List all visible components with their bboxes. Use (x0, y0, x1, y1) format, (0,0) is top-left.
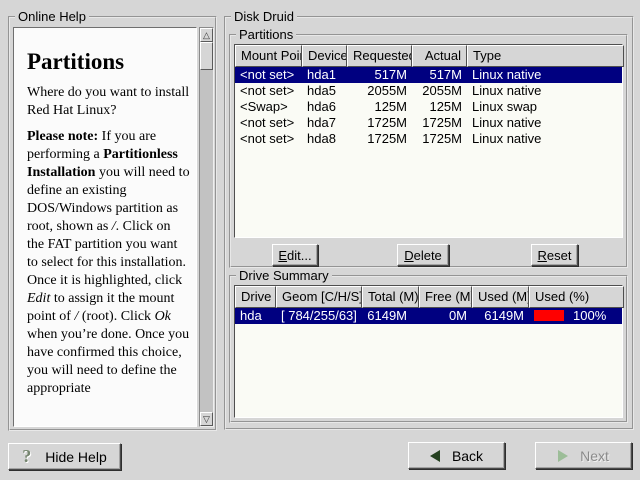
cell-actual: 1725M (412, 131, 467, 147)
cell-type: Linux native (467, 131, 624, 147)
used-percent-bar (534, 310, 564, 321)
cell-free: 0M (419, 308, 472, 324)
cell-type: Linux native (467, 83, 624, 99)
partition-row-hda7[interactable]: <not set> hda7 1725M 1725M Linux native (235, 115, 622, 131)
help-question-icon: ? (22, 446, 31, 467)
cell-type: Linux native (467, 115, 624, 131)
partition-row-hda6[interactable]: <Swap> hda6 125M 125M Linux swap (235, 99, 622, 115)
cell-device: hda6 (302, 99, 347, 115)
cell-actual: 2055M (412, 83, 467, 99)
cell-requested: 2055M (347, 83, 412, 99)
drive-row-hda[interactable]: hda [ 784/255/63] 6149M 0M 6149M 100% (235, 308, 622, 324)
scroll-down-icon[interactable]: ▽ (200, 412, 213, 426)
drive-summary-header: Drive Geom [C/H/S] Total (M) Free (M) Us… (235, 286, 622, 308)
partitions-label: Partitions (236, 27, 296, 42)
cell-actual: 517M (412, 67, 467, 83)
drive-summary-groupbox: Drive Summary Drive Geom [C/H/S] Total (… (229, 275, 628, 423)
column-header-type[interactable]: Type (467, 45, 624, 67)
column-header-mount-point[interactable]: Mount Point (235, 45, 302, 67)
cell-requested: 1725M (347, 131, 412, 147)
disk-druid-groupbox: Disk Druid Partitions Mount Point Device… (224, 16, 634, 430)
partitions-table-header: Mount Point Device Requested Actual Type (235, 45, 622, 67)
help-text-panel: Partitions Where do you want to install … (13, 27, 197, 427)
cell-device: hda8 (302, 131, 347, 147)
cell-used-m: 6149M (472, 308, 529, 324)
cell-mount: <not set> (235, 131, 302, 147)
next-button[interactable]: Next (535, 442, 632, 469)
cell-actual: 125M (412, 99, 467, 115)
cell-total: 6149M (362, 308, 419, 324)
cell-requested: 125M (347, 99, 412, 115)
online-help-label: Online Help (15, 9, 89, 24)
column-header-actual[interactable]: Actual (412, 45, 467, 67)
column-header-used-pct[interactable]: Used (%) (529, 286, 624, 308)
drive-summary-label: Drive Summary (236, 268, 332, 283)
hide-help-button[interactable]: ? Hide Help (8, 443, 121, 470)
partitions-groupbox: Partitions Mount Point Device Requested … (229, 34, 628, 268)
partition-row-hda5[interactable]: <not set> hda5 2055M 2055M Linux native (235, 83, 622, 99)
help-paragraph-1: Where do you want to install Red Hat Lin… (27, 84, 190, 120)
used-percent-value: 100% (573, 308, 606, 323)
column-header-drive[interactable]: Drive (235, 286, 276, 308)
back-label: Back (452, 448, 483, 464)
back-button[interactable]: Back (408, 442, 505, 469)
partition-row-hda8[interactable]: <not set> hda8 1725M 1725M Linux native (235, 131, 622, 147)
cell-type: Linux native (467, 67, 624, 83)
cell-device: hda1 (302, 67, 347, 83)
scrollbar-thumb[interactable] (200, 42, 213, 70)
next-label: Next (580, 448, 609, 464)
column-header-used-m[interactable]: Used (M) (472, 286, 529, 308)
cell-mount: <Swap> (235, 99, 302, 115)
cell-type: Linux swap (467, 99, 624, 115)
column-header-free[interactable]: Free (M) (419, 286, 472, 308)
online-help-groupbox: Online Help Partitions Where do you want… (8, 16, 217, 431)
help-paragraph-2: Please note: If you are performing a Par… (27, 128, 190, 398)
cell-drive: hda (235, 308, 276, 324)
column-header-total[interactable]: Total (M) (362, 286, 419, 308)
cell-device: hda7 (302, 115, 347, 131)
help-title: Partitions (27, 48, 190, 76)
cell-geom: [ 784/255/63] (276, 308, 362, 324)
cell-mount: <not set> (235, 83, 302, 99)
partition-row-hda1[interactable]: <not set> hda1 517M 517M Linux native (235, 67, 622, 83)
column-header-requested[interactable]: Requested (347, 45, 412, 67)
cell-used-pct: 100% (529, 308, 624, 324)
scroll-up-icon[interactable]: △ (200, 28, 213, 42)
disk-druid-label: Disk Druid (231, 9, 297, 24)
reset-button[interactable]: Reset (531, 244, 578, 266)
cell-requested: 517M (347, 67, 412, 83)
delete-button[interactable]: Delete (397, 244, 449, 266)
cell-requested: 1725M (347, 115, 412, 131)
cell-device: hda5 (302, 83, 347, 99)
drive-summary-table: Drive Geom [C/H/S] Total (M) Free (M) Us… (234, 285, 623, 418)
back-arrow-icon (430, 450, 440, 462)
help-scrollbar[interactable]: △ ▽ (199, 27, 214, 427)
partitions-table: Mount Point Device Requested Actual Type… (234, 44, 623, 238)
installer-window: Online Help Partitions Where do you want… (0, 0, 640, 480)
cell-mount: <not set> (235, 115, 302, 131)
cell-mount: <not set> (235, 67, 302, 83)
column-header-device[interactable]: Device (302, 45, 347, 67)
hide-help-label: Hide Help (45, 449, 106, 465)
edit-button[interactable]: Edit... (272, 244, 318, 266)
cell-actual: 1725M (412, 115, 467, 131)
next-arrow-icon (558, 450, 568, 462)
column-header-geom[interactable]: Geom [C/H/S] (276, 286, 362, 308)
